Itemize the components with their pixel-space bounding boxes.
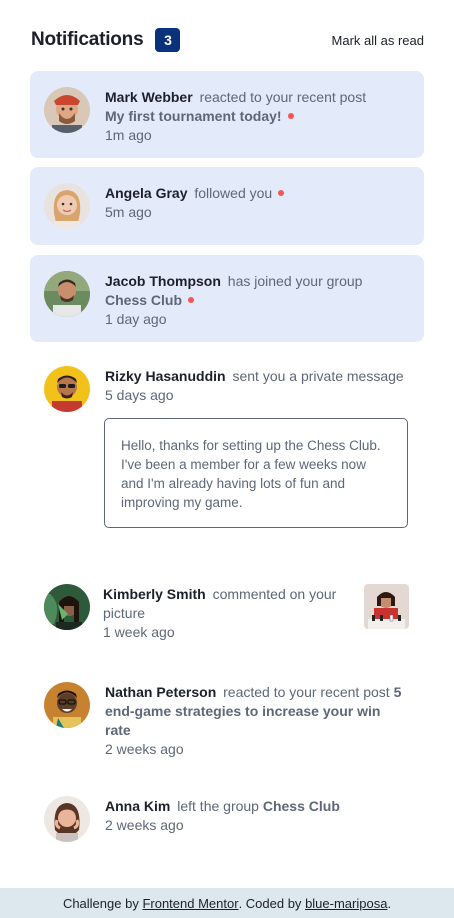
frontend-mentor-link[interactable]: Frontend Mentor [142, 896, 238, 911]
footer-middle: . Coded by [238, 895, 302, 911]
timestamp: 1 day ago [105, 311, 167, 327]
actor-name[interactable]: Jacob Thompson [105, 273, 221, 289]
unread-count-badge: 3 [155, 28, 181, 52]
actor-name[interactable]: Rizky Hasanuddin [105, 368, 226, 384]
target-link[interactable]: Chess Club [263, 798, 340, 814]
action-text: reacted to your recent post [223, 684, 390, 700]
notification-content: Angela Gray followed you 5m ago [105, 183, 409, 222]
footer-suffix: . [387, 895, 392, 911]
notification-item[interactable]: Anna Kim left the group Chess Club 2 wee… [30, 780, 424, 860]
notification-content: Rizky Hasanuddin sent you a private mess… [104, 366, 409, 528]
actor-name[interactable]: Nathan Peterson [105, 684, 216, 700]
actor-name[interactable]: Mark Webber [105, 89, 193, 105]
notification-item[interactable]: Rizky Hasanuddin sent you a private mess… [30, 350, 424, 560]
timestamp: 5 days ago [105, 387, 174, 403]
target-link[interactable]: Chess Club [105, 292, 182, 308]
avatar[interactable] [44, 682, 90, 728]
actor-name[interactable]: Kimberly Smith [103, 586, 206, 602]
unread-dot [278, 190, 285, 196]
notifications-page: Notifications 3 Mark all as read Mark We… [0, 0, 454, 918]
timestamp: 5m ago [105, 204, 152, 220]
unread-dot [287, 113, 294, 119]
commented-picture-thumbnail[interactable] [364, 584, 409, 629]
action-text: reacted to your recent post [199, 89, 367, 105]
avatar[interactable] [44, 796, 90, 842]
timestamp: 1 week ago [103, 624, 175, 640]
notification-item[interactable]: Nathan Peterson reacted to your recent p… [30, 666, 424, 771]
author-link[interactable]: blue-mariposa [305, 896, 387, 911]
unread-dot [188, 297, 195, 303]
timestamp: 1m ago [105, 127, 152, 143]
timestamp: 2 weeks ago [105, 817, 184, 833]
notification-item[interactable]: Jacob Thompson has joined your group Che… [30, 255, 424, 342]
avatar[interactable] [44, 366, 90, 412]
avatar[interactable] [44, 584, 90, 630]
notification-content: Kimberly Smith commented on your picture… [103, 584, 349, 642]
notification-item[interactable]: Angela Gray followed you 5m ago [30, 167, 424, 245]
mark-all-read-button[interactable]: Mark all as read [332, 33, 424, 48]
header-title-group: Notifications 3 [31, 28, 181, 52]
header: Notifications 3 Mark all as read [31, 27, 424, 53]
avatar[interactable] [44, 87, 90, 133]
target-link[interactable]: My first tournament today! [105, 108, 282, 124]
action-text: followed you [194, 185, 273, 201]
timestamp: 2 weeks ago [105, 741, 184, 757]
notification-item[interactable]: Mark Webber reacted to your recent post … [30, 71, 424, 158]
notification-content: Anna Kim left the group Chess Club 2 wee… [105, 796, 409, 835]
notification-content: Mark Webber reacted to your recent post … [105, 87, 409, 145]
notification-content: Jacob Thompson has joined your group Che… [105, 271, 409, 329]
actor-name[interactable]: Anna Kim [105, 798, 170, 814]
action-text: left the group [177, 798, 259, 814]
private-message[interactable]: Hello, thanks for setting up the Chess C… [104, 418, 408, 528]
notification-item[interactable]: Kimberly Smith commented on your picture… [30, 568, 424, 658]
avatar[interactable] [44, 271, 90, 317]
actor-name[interactable]: Angela Gray [105, 185, 187, 201]
action-text: has joined your group [227, 273, 363, 289]
footer-attribution: Challenge by Frontend Mentor. Coded by b… [0, 888, 454, 918]
footer-prefix: Challenge by [62, 895, 139, 911]
notification-content: Nathan Peterson reacted to your recent p… [105, 682, 409, 759]
action-text: sent you a private message [232, 368, 404, 384]
page-title: Notifications [31, 29, 144, 50]
avatar[interactable] [44, 183, 90, 229]
